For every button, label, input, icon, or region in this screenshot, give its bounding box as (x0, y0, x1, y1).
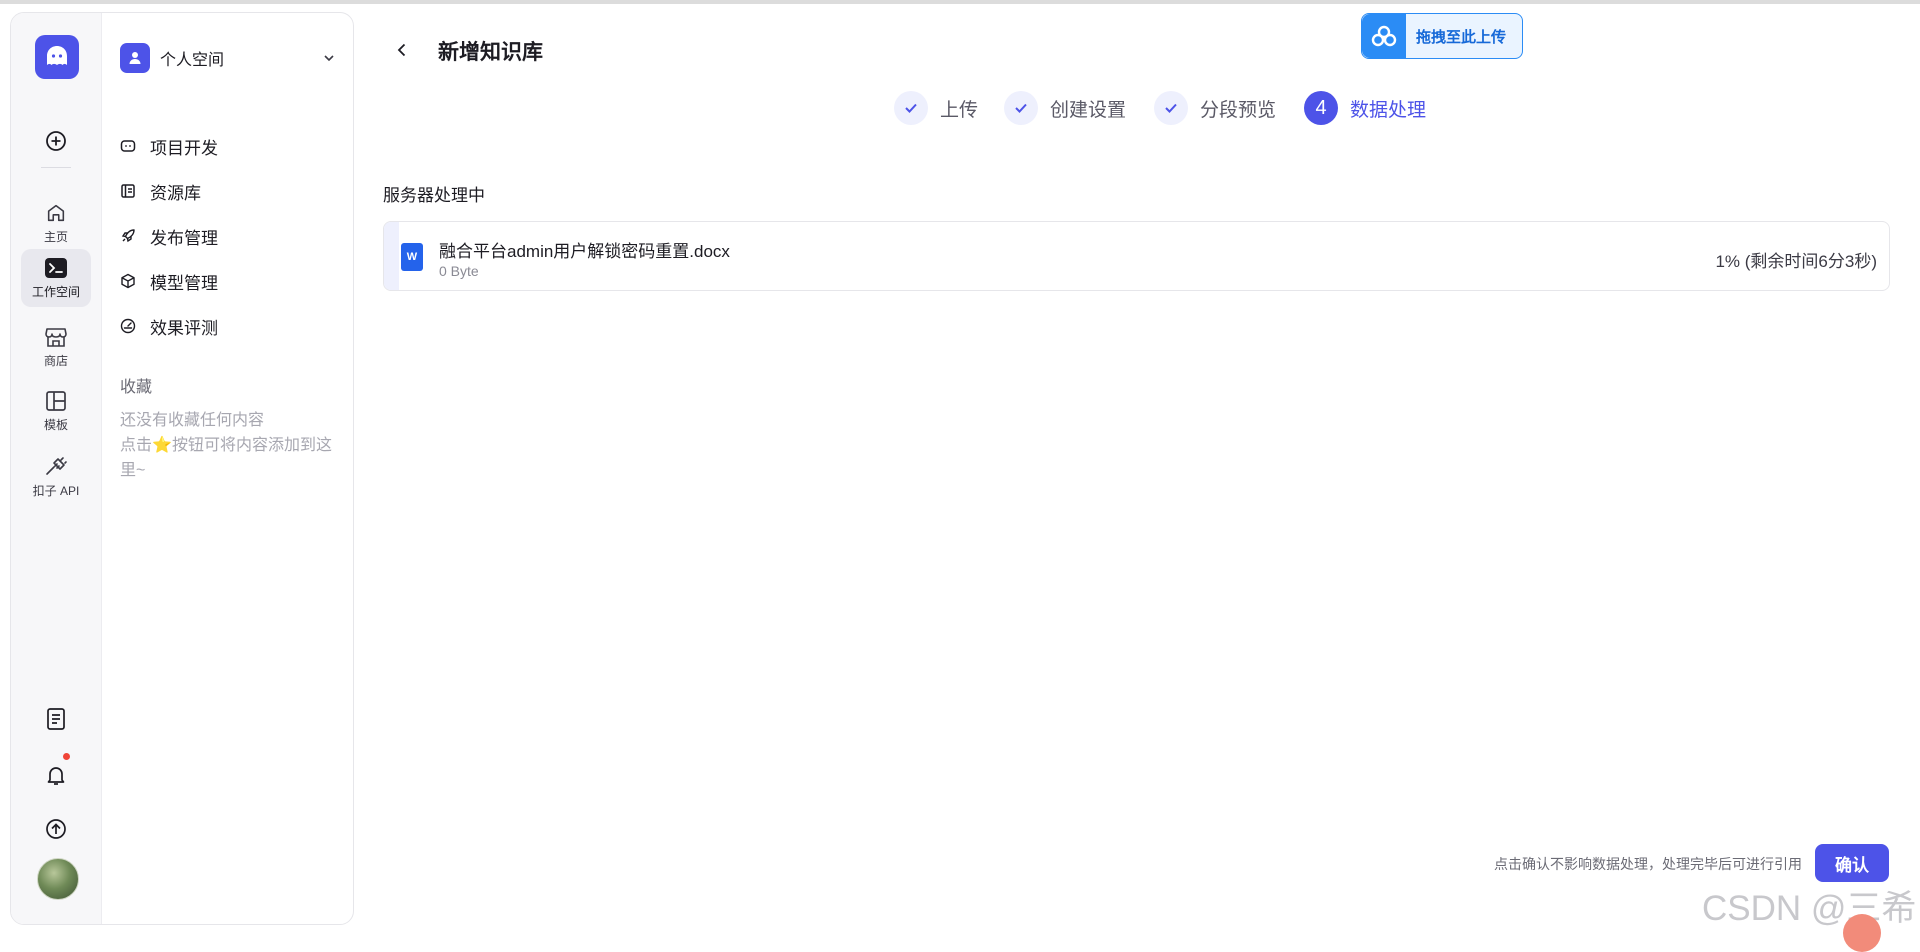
app-logo[interactable] (35, 35, 79, 79)
favorites-empty-line: 还没有收藏任何内容 (120, 412, 265, 429)
check-icon (894, 91, 928, 125)
sidebar-item-label: 发布管理 (150, 228, 218, 248)
file-name: 融合平台admin用户解锁密码重置.docx (439, 242, 730, 261)
gauge-icon (120, 318, 136, 334)
plus-circle-icon (46, 131, 66, 151)
cloud-upload-icon (1362, 14, 1406, 58)
primary-rail: 主页 工作空间 商店 模板 扣子 API (11, 13, 102, 924)
back-button[interactable] (390, 36, 414, 64)
sidebar-item-publish[interactable]: 发布管理 (118, 218, 338, 254)
user-icon (120, 43, 150, 73)
star-icon: ⭐ (152, 437, 172, 454)
sidebar-item-label: 模型管理 (150, 273, 218, 293)
sidebar-item-projects[interactable]: 项目开发 (118, 128, 338, 164)
step-label: 数据处理 (1350, 99, 1427, 121)
step-create-settings: 创建设置 (1004, 90, 1126, 126)
step-number: 4 (1304, 91, 1338, 125)
avatar[interactable] (37, 858, 79, 900)
create-button[interactable] (21, 119, 91, 163)
sidebar-item-models[interactable]: 模型管理 (118, 263, 338, 299)
rail-item-label: 主页 (43, 229, 68, 244)
mascot-avatar[interactable] (1843, 914, 1881, 952)
step-segment-preview: 分段预览 (1154, 90, 1276, 126)
section-title: 服务器处理中 (383, 186, 485, 205)
rail-item-store[interactable]: 商店 (21, 319, 91, 375)
rail-item-label: 商店 (43, 353, 68, 368)
rail-item-templates[interactable]: 模板 (21, 383, 91, 439)
sidebar-item-label: 项目开发 (150, 138, 218, 158)
bell-icon (47, 767, 65, 785)
top-border (0, 0, 1920, 4)
step-label: 创建设置 (1050, 99, 1127, 121)
plug-icon (46, 456, 67, 475)
notifications-button[interactable] (21, 757, 91, 793)
sidebar-item-evaluation[interactable]: 效果评测 (118, 308, 338, 344)
chevron-down-icon (324, 55, 334, 62)
footer-hint: 点击确认不影响数据处理，处理完毕后可进行引用 (1494, 856, 1802, 872)
upgrade-button[interactable] (21, 811, 91, 847)
rail-item-api[interactable]: 扣子 API (21, 449, 91, 505)
watermark: CSDN @三希 (1702, 889, 1917, 928)
ghost-logo-icon (47, 46, 67, 65)
sidebar-item-library[interactable]: 资源库 (118, 173, 338, 209)
word-doc-icon: W (401, 243, 423, 271)
step-label: 上传 (940, 99, 979, 121)
home-icon (47, 204, 65, 221)
upload-badge-label: 拖拽至此上传 (1416, 28, 1507, 46)
rail-item-label: 扣子 API (32, 483, 80, 498)
sidebar-item-label: 资源库 (150, 183, 201, 203)
document-icon (47, 708, 65, 730)
space-switcher[interactable]: 个人空间 (120, 43, 336, 73)
confirm-button[interactable]: 确认 (1815, 844, 1889, 882)
rail-item-label: 模板 (43, 417, 68, 432)
processing-status: 1% (剩余时间6分3秒) (1715, 252, 1877, 271)
rail-divider (41, 167, 71, 168)
progress-fill (384, 222, 400, 290)
rail-item-workspace[interactable]: 工作空间 (21, 249, 91, 307)
arrow-up-circle-icon (46, 819, 66, 839)
project-icon (120, 140, 136, 152)
drag-upload-badge[interactable]: 拖拽至此上传 (1361, 13, 1523, 59)
favorites-title: 收藏 (120, 379, 153, 396)
file-size: 0 Byte (439, 263, 479, 279)
library-icon (121, 184, 135, 198)
step-label: 分段预览 (1200, 99, 1277, 121)
terminal-icon (45, 257, 67, 278)
notification-dot (63, 753, 70, 760)
rail-item-label: 工作空间 (31, 284, 80, 299)
rocket-icon (121, 229, 135, 243)
check-icon (1004, 91, 1038, 125)
workspace-sidebar: 个人空间 项目开发 资源库 发布管理 模型管理 效果评测 收藏 还没有收藏任何内… (102, 13, 353, 924)
cube-icon (121, 273, 135, 289)
favorites-empty-prefix: 点击 (120, 437, 153, 454)
chevron-left-icon (397, 43, 406, 57)
file-processing-row: W 融合平台admin用户解锁密码重置.docx 0 Byte 1% (剩余时间… (383, 221, 1890, 291)
rail-item-home[interactable]: 主页 (21, 195, 91, 251)
step-data-processing: 4 数据处理 (1304, 90, 1426, 126)
space-name: 个人空间 (160, 52, 225, 69)
sidebar-item-label: 效果评测 (150, 318, 218, 338)
page-title: 新增知识库 (438, 41, 543, 64)
store-icon (45, 327, 67, 347)
template-grid-icon (46, 390, 66, 411)
navigation-shell: 主页 工作空间 商店 模板 扣子 API 个人空间 项目开发 资源库 发布管理 … (10, 12, 354, 925)
docs-button[interactable] (21, 701, 91, 737)
favorites-empty-text: 还没有收藏任何内容 点击⭐按钮可将内容添加到这里~ (120, 408, 345, 483)
check-icon (1154, 91, 1188, 125)
step-upload: 上传 (894, 90, 978, 126)
